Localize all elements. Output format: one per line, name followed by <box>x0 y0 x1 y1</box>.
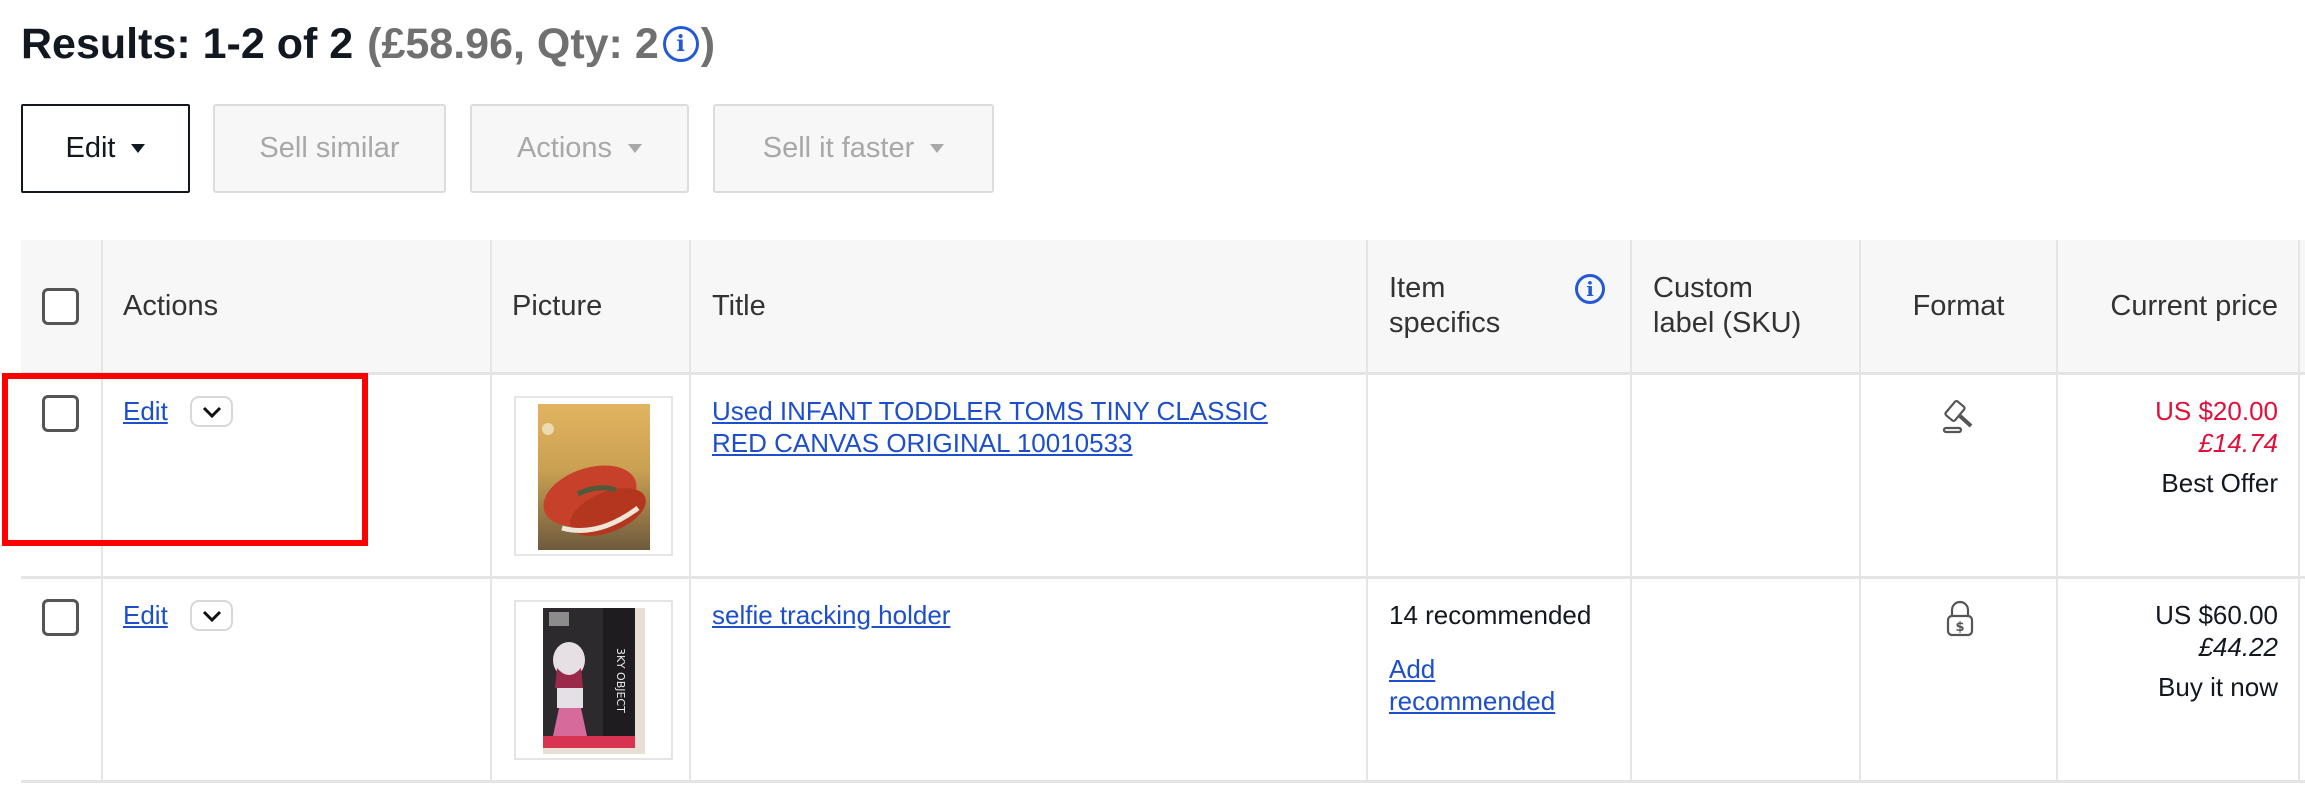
caret-down-icon <box>131 144 146 153</box>
row-edit-link[interactable]: Edit <box>123 599 168 631</box>
results-heading: Results: 1-2 of 2 (£58.96, Qty: 2 i ) <box>21 14 715 74</box>
custom-label-header-line1: Custom <box>1653 272 1753 304</box>
svg-text:$: $ <box>1955 620 1964 635</box>
column-header-item-specifics: Item specifics <box>1389 271 1500 341</box>
highlight-annotation-box <box>2 373 368 546</box>
listing-thumbnail-frame[interactable]: 3KY OBJECT <box>514 600 673 760</box>
svg-text:3KY OBJECT: 3KY OBJECT <box>614 648 627 713</box>
row-divider <box>21 780 2305 783</box>
price-type: Best Offer <box>2161 468 2278 498</box>
column-divider <box>490 240 492 782</box>
results-summary: (£58.96, Qty: 2 i ) <box>367 14 715 74</box>
price-type: Buy it now <box>2158 672 2278 702</box>
caret-down-icon <box>628 144 643 153</box>
column-header-format[interactable]: Format <box>1861 289 2056 324</box>
listing-title-line1: Used INFANT TODDLER TOMS TINY CLASSIC <box>712 396 1268 426</box>
caret-down-icon <box>930 144 945 153</box>
current-price-cell: US $20.00 £14.74 Best Offer <box>2060 395 2278 499</box>
custom-label-header-line2: label (SKU) <box>1653 307 1802 339</box>
column-header-actions: Actions <box>123 290 219 322</box>
listing-title-line2: RED CANVAS ORIGINAL 10010533 <box>712 428 1133 458</box>
chevron-down-icon <box>202 610 221 622</box>
results-summary-text: (£58.96, Qty: 2 <box>367 20 659 68</box>
results-summary-close: ) <box>700 20 716 68</box>
listing-title-link[interactable]: selfie tracking holder <box>712 599 950 631</box>
red-shoes-photo <box>538 404 650 550</box>
item-specifics-header-line2: specifics <box>1389 307 1501 339</box>
info-icon[interactable]: i <box>662 26 699 62</box>
add-recommended-line2: recommended <box>1389 686 1556 716</box>
sell-it-faster-label: Sell it faster <box>762 132 915 164</box>
column-header-custom-label[interactable]: Custom label (SKU) <box>1653 271 1801 341</box>
row-divider <box>21 576 2305 579</box>
price-usd: US $60.00 <box>2155 600 2278 630</box>
edit-button-label: Edit <box>65 132 116 164</box>
actions-dropdown-button[interactable]: Actions <box>470 104 689 193</box>
listing-title-link[interactable]: Used INFANT TODDLER TOMS TINY CLASSIC RE… <box>712 395 1268 459</box>
price-gbp: £44.22 <box>2198 632 2278 662</box>
actions-label: Actions <box>516 132 613 164</box>
auction-gavel-icon <box>1942 399 1973 434</box>
item-specifics-info-icon[interactable]: i <box>1575 274 1605 304</box>
listing-thumbnail-frame[interactable] <box>514 396 673 556</box>
select-all-checkbox[interactable] <box>42 288 79 325</box>
results-count: Results: 1-2 of 2 <box>21 20 354 68</box>
price-usd: US $20.00 <box>2155 396 2278 426</box>
price-gbp: £14.74 <box>2198 428 2278 458</box>
sell-similar-button[interactable]: Sell similar <box>213 104 446 193</box>
column-divider <box>1630 240 1632 782</box>
add-recommended-link[interactable]: Add recommended <box>1389 653 1555 717</box>
column-divider <box>689 240 691 782</box>
current-price-cell: US $60.00 £44.22 Buy it now <box>2060 599 2278 703</box>
column-divider <box>2056 240 2058 782</box>
edit-dropdown-button[interactable]: Edit <box>21 104 190 193</box>
column-divider <box>1366 240 1368 782</box>
sell-it-faster-dropdown-button[interactable]: Sell it faster <box>713 104 994 193</box>
column-header-current-price[interactable]: Current price <box>2060 289 2278 324</box>
item-specifics-count: 14 recommended <box>1389 600 1592 630</box>
selfie-holder-box-photo: 3KY OBJECT <box>543 608 645 754</box>
column-header-title[interactable]: Title <box>712 289 766 324</box>
sell-similar-label: Sell similar <box>259 132 400 164</box>
row-select-checkbox[interactable] <box>42 599 79 636</box>
item-specifics-header-line1: Item <box>1389 272 1446 304</box>
column-divider <box>2298 240 2300 782</box>
row-actions-menu-button[interactable] <box>190 600 233 631</box>
fixed-price-lock-icon: $ <box>1946 600 1974 637</box>
add-recommended-line1: Add <box>1389 654 1436 684</box>
column-header-picture: Picture <box>512 290 603 322</box>
